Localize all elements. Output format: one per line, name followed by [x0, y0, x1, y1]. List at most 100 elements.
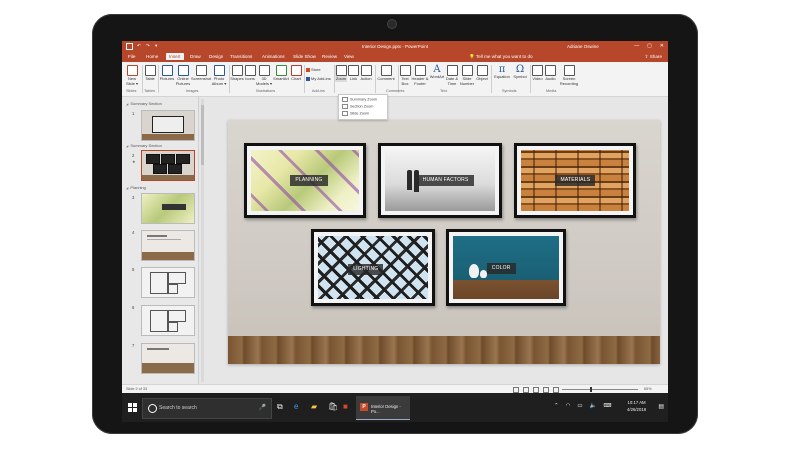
keyboard-icon[interactable]: ⌨	[603, 403, 611, 409]
shapes-button[interactable]: Shapes	[230, 65, 244, 82]
equation-button[interactable]: π Equation	[492, 65, 512, 80]
user-name[interactable]: Adriane Oswine	[567, 44, 599, 49]
thumb-frame	[152, 116, 184, 133]
taskbar-clock[interactable]: 10:17 AM 4/26/2018	[627, 399, 646, 413]
smartart-button[interactable]: SmartArt	[272, 65, 290, 82]
tab-draw[interactable]: Draw	[190, 54, 201, 59]
slide-number-button[interactable]: Slide Number	[459, 65, 475, 86]
header-footer-label: Header & Footer	[411, 76, 429, 86]
zoom-frame-planning[interactable]: PLANNING	[244, 143, 366, 218]
tab-file[interactable]: File	[128, 54, 135, 59]
task-view-icon[interactable]: ⧉	[277, 402, 283, 412]
icons-button[interactable]: Icons	[244, 65, 256, 82]
screen: ↶ ↷ ▾ Interior Design.pptx - PowerPoint …	[122, 41, 668, 422]
thumb-frame	[162, 204, 186, 210]
new-slide-label: New Slide ▾	[125, 76, 138, 86]
office-icon[interactable]: ■	[343, 402, 348, 411]
action-button[interactable]: Action	[359, 65, 373, 82]
file-explorer-icon[interactable]: ▰	[311, 402, 317, 411]
photo-album-button[interactable]: Photo Album ▾	[211, 65, 227, 86]
notification-center-icon[interactable]: ▤	[658, 403, 664, 410]
new-slide-button[interactable]: New Slide ▾	[125, 65, 139, 86]
symbol-button[interactable]: Ω Symbol	[512, 65, 528, 80]
date-time-button[interactable]: Date & Time	[445, 65, 459, 86]
my-addins-button[interactable]: My Add-ins	[306, 76, 331, 81]
restore-icon[interactable]: ▢	[647, 43, 652, 49]
group-label-images: Images	[186, 89, 199, 93]
tab-insert[interactable]: Insert	[166, 53, 184, 60]
comment-button[interactable]: Comment	[376, 65, 396, 82]
header-footer-button[interactable]: Header & Footer	[411, 65, 429, 86]
share-button[interactable]: ⇪ Share	[645, 54, 662, 60]
slide-thumbnail-2[interactable]	[141, 150, 195, 181]
zoom-frame-human-factors[interactable]: HUMAN FACTORS	[378, 143, 502, 218]
current-slide[interactable]: PLANNING HUMAN FACTORS MATERIALS LIGHTIN…	[228, 120, 660, 364]
table-button[interactable]: Table	[144, 65, 156, 82]
group-separator	[142, 65, 143, 93]
link-icon	[348, 65, 359, 76]
slide-thumbnail-5[interactable]	[141, 267, 195, 298]
zoom-frame-color[interactable]: COLOR	[446, 229, 566, 306]
tab-slideshow[interactable]: Slide Show	[293, 54, 316, 59]
tab-home[interactable]: Home	[146, 54, 158, 59]
zoom-slider-handle[interactable]	[590, 387, 592, 392]
zoom-frame-lighting[interactable]: LIGHTING	[311, 229, 435, 306]
screenshot-button[interactable]: Screenshot	[191, 65, 211, 82]
slide-zoom-icon	[342, 111, 348, 116]
windows-start-icon[interactable]	[128, 403, 137, 412]
tab-animations[interactable]: Animations	[262, 54, 285, 59]
slide-zoom-item[interactable]: Slide Zoom	[342, 111, 369, 116]
video-button[interactable]: Video	[531, 65, 544, 82]
slide-thumbnail-7[interactable]	[141, 343, 195, 374]
slide-thumbnail-1[interactable]	[141, 110, 195, 141]
powerpoint-icon: P	[360, 403, 368, 411]
zoom-frame-materials[interactable]: MATERIALS	[514, 143, 636, 218]
microphone-icon[interactable]: 🎤	[259, 404, 266, 411]
close-icon[interactable]: ✕	[660, 43, 664, 49]
store-button[interactable]: Store	[306, 67, 321, 72]
tab-design[interactable]: Design	[209, 54, 223, 59]
taskbar-powerpoint-app[interactable]: P Interior Design - Po...	[356, 396, 410, 420]
battery-icon[interactable]: ▭	[577, 403, 582, 409]
slide-count: Slide 2 of 33	[126, 387, 148, 391]
summary-zoom-item[interactable]: Summary Zoom	[342, 97, 377, 102]
store-app-icon[interactable]: 🛍	[328, 402, 338, 411]
table-icon	[144, 65, 156, 76]
online-pictures-icon	[177, 65, 189, 76]
tab-transitions[interactable]: Transitions	[230, 54, 252, 59]
audio-button[interactable]: Audio	[544, 65, 557, 82]
pictures-button[interactable]: Pictures	[159, 65, 175, 82]
text-box-button[interactable]: Text Box	[399, 65, 411, 86]
chevron-up-icon[interactable]: ⌃	[554, 403, 559, 409]
slide-thumbnail-4[interactable]	[141, 230, 195, 261]
section-header[interactable]: Summary Section	[126, 101, 162, 106]
share-label: Share	[649, 54, 662, 59]
screen-recording-button[interactable]: Screen Recording	[558, 65, 580, 86]
section-header[interactable]: Summary Section	[126, 143, 162, 148]
taskbar-search-box[interactable]: Search to search 🎤	[142, 398, 272, 419]
thumb-frame	[147, 348, 169, 350]
edge-browser-icon[interactable]: e	[294, 402, 298, 411]
section-header[interactable]: Planning	[126, 185, 146, 190]
thumb-floor	[142, 363, 194, 373]
link-button[interactable]: Link	[348, 65, 359, 82]
slide-thumbnail-3[interactable]	[141, 193, 195, 224]
section-zoom-item[interactable]: Section Zoom	[342, 104, 373, 109]
object-button[interactable]: Object	[475, 65, 489, 82]
zoom-button[interactable]: Zoom	[335, 65, 347, 82]
person-silhouette	[407, 170, 412, 190]
3d-models-button[interactable]: 3D Models ▾	[256, 65, 272, 86]
zoom-percent[interactable]: 65%	[644, 387, 652, 391]
wifi-icon[interactable]: ◠	[566, 403, 571, 409]
volume-icon[interactable]: 🔈	[590, 403, 597, 409]
zoom-slider[interactable]	[562, 389, 638, 390]
slide-thumbnail-6[interactable]	[141, 305, 195, 336]
minimize-icon[interactable]: —	[634, 43, 639, 49]
chart-button[interactable]: Chart	[290, 65, 302, 82]
tab-view[interactable]: View	[344, 54, 354, 59]
wordart-button[interactable]: A WordArt	[429, 65, 445, 80]
text-box-icon	[399, 65, 411, 76]
online-pictures-button[interactable]: Online Pictures	[175, 65, 191, 86]
tell-me-search[interactable]: 💡 Tell me what you want to do	[469, 54, 533, 60]
tab-review[interactable]: Review	[322, 54, 337, 59]
